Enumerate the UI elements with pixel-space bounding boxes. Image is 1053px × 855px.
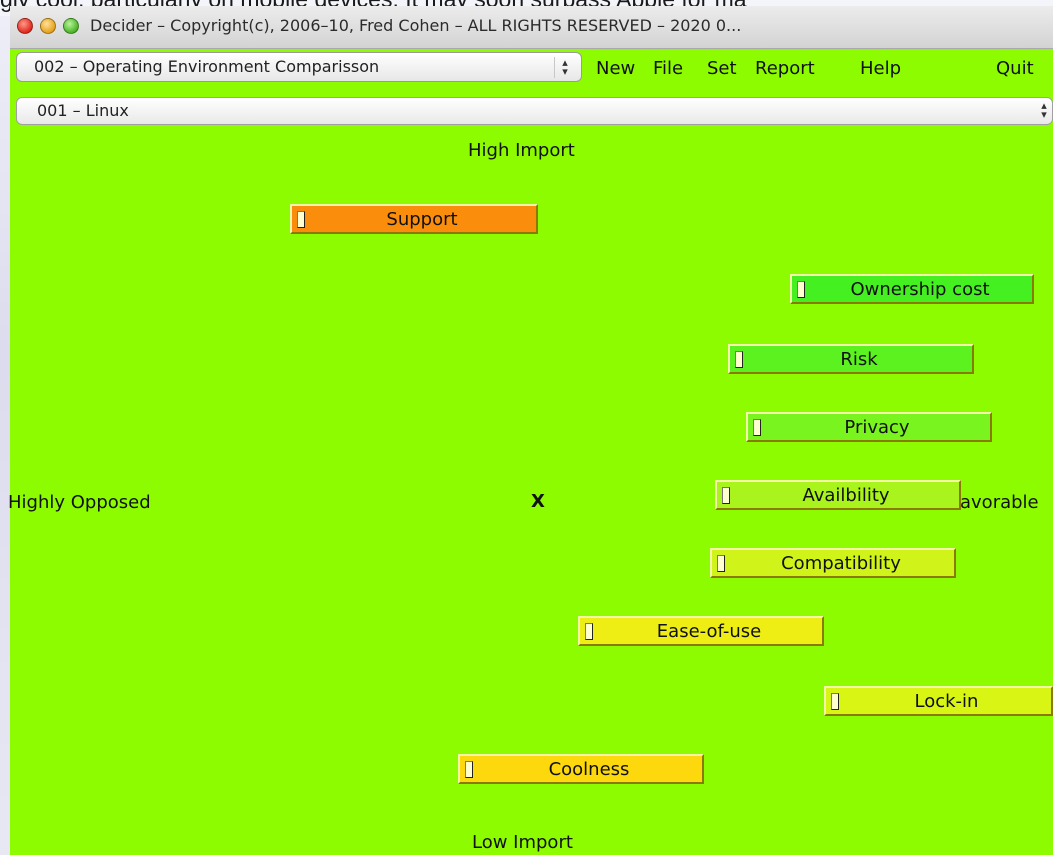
axis-label-right: avorable	[960, 492, 1039, 513]
origin-marker: X	[531, 491, 545, 512]
select-stepper-icon: ▴ ▾	[554, 57, 575, 78]
factor-ownership-cost[interactable]: Ownership cost	[790, 274, 1034, 304]
axis-label-bottom: Low Import	[472, 832, 573, 853]
factor-lock-in[interactable]: Lock-in	[824, 686, 1053, 716]
drag-handle-icon[interactable]	[465, 761, 473, 778]
title-bar[interactable]: Decider – Copyright(c), 2006–10, Fred Co…	[10, 6, 1053, 49]
minimize-window-icon[interactable]	[40, 18, 56, 34]
drag-handle-icon[interactable]	[753, 419, 761, 436]
alternative-select[interactable]: 001 – Linux ▴ ▾	[16, 97, 1053, 125]
axis-label-top: High Import	[468, 140, 575, 161]
factor-availbility[interactable]: Availbility	[715, 480, 961, 510]
factor-label: Risk	[840, 349, 878, 370]
drag-handle-icon[interactable]	[717, 555, 725, 572]
project-select-value: 002 – Operating Environment Comparisson	[34, 57, 380, 76]
menu-file[interactable]: File	[653, 58, 683, 79]
drag-handle-icon[interactable]	[585, 623, 593, 640]
menu-set[interactable]: Set	[707, 58, 737, 79]
window-title: Decider – Copyright(c), 2006–10, Fred Co…	[90, 16, 742, 35]
drag-handle-icon[interactable]	[797, 281, 805, 298]
factor-risk[interactable]: Risk	[728, 344, 974, 374]
factor-compatibility[interactable]: Compatibility	[710, 548, 956, 578]
menu-report[interactable]: Report	[755, 58, 815, 79]
menu-quit[interactable]: Quit	[996, 58, 1034, 79]
factor-ease-of-use[interactable]: Ease-of-use	[578, 616, 824, 646]
axis-label-left: Highly Opposed	[8, 492, 151, 513]
menu-new[interactable]: New	[596, 58, 635, 79]
menu-help[interactable]: Help	[860, 58, 901, 79]
factor-label: Ownership cost	[850, 279, 990, 300]
project-select[interactable]: 002 – Operating Environment Comparisson …	[16, 52, 582, 82]
factor-label: Support	[386, 209, 458, 230]
factor-support[interactable]: Support	[290, 204, 538, 234]
factor-label: Coolness	[548, 759, 630, 780]
factor-label: Availbility	[802, 485, 890, 506]
factor-coolness[interactable]: Coolness	[458, 754, 704, 784]
factor-label: Ease-of-use	[656, 621, 762, 642]
factor-label: Privacy	[844, 417, 910, 438]
drag-handle-icon[interactable]	[722, 487, 730, 504]
factor-label: Lock-in	[914, 691, 979, 712]
drag-handle-icon[interactable]	[735, 351, 743, 368]
factor-label: Compatibility	[781, 553, 901, 574]
select-stepper-icon: ▴ ▾	[1041, 99, 1047, 121]
drag-handle-icon[interactable]	[831, 693, 839, 710]
factor-privacy[interactable]: Privacy	[746, 412, 992, 442]
zoom-window-icon[interactable]	[63, 18, 79, 34]
alternative-select-value: 001 – Linux	[37, 101, 129, 120]
background-document-edge	[0, 16, 10, 855]
decider-window: Decider – Copyright(c), 2006–10, Fred Co…	[8, 6, 1053, 855]
drag-handle-icon[interactable]	[297, 211, 305, 228]
close-window-icon[interactable]	[17, 18, 33, 34]
